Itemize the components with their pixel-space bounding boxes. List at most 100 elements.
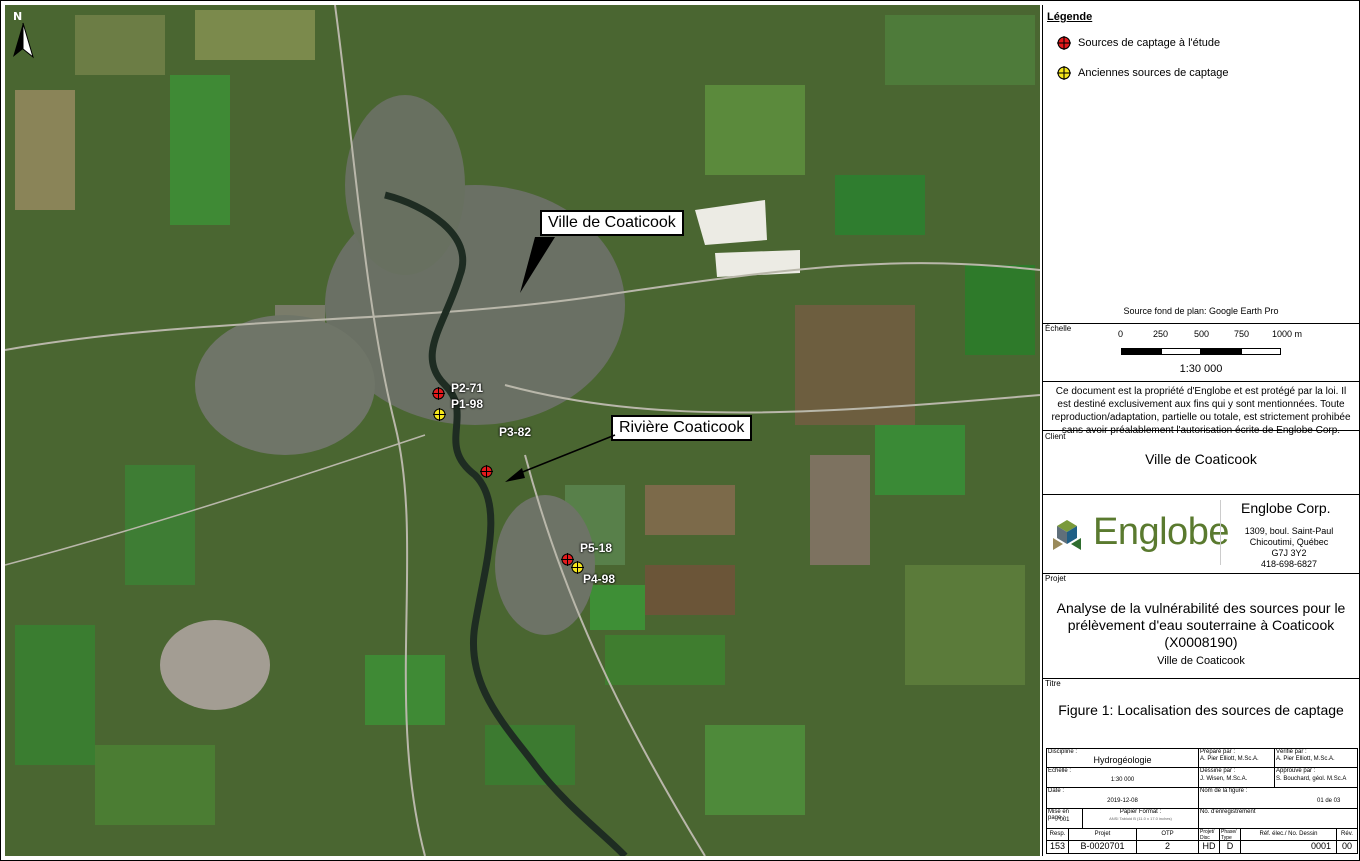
callout-ville-pointer (520, 237, 555, 293)
address-line: Chicoutimi, Québec (1249, 537, 1329, 547)
cell-label: Rév. (1341, 831, 1353, 837)
hdr-otp: OTP (1137, 829, 1199, 841)
val-rev: 00 (1337, 841, 1357, 853)
client-name: Ville de Coaticook (1145, 451, 1257, 467)
cell-dessine: Dessiné par : J. Wisen, M.Sc.A. (1199, 768, 1275, 788)
cell-label: Phase/ Type (1221, 829, 1237, 841)
cell-value: J. Wisen, M.Sc.A. (1200, 776, 1248, 782)
cell-label: Échelle : (1048, 768, 1072, 774)
cell-value: 0001 (1311, 841, 1332, 851)
scale-heading: Échelle (1045, 324, 1072, 333)
callout-riviere: Rivière Coaticook (611, 415, 753, 441)
cell-label: Papier Format : (1119, 809, 1162, 815)
scale-ratio: 1:30 000 (1179, 363, 1223, 375)
divider (1220, 500, 1221, 565)
hdr-projet: Projet (1069, 829, 1137, 841)
cell-value: 001 (1059, 817, 1070, 823)
target-etude-icon (480, 465, 493, 478)
cell-label: OTP (1161, 831, 1174, 837)
hdr-rev: Rév. (1337, 829, 1357, 841)
cell-value: A. Pier Elliott, M.Sc.A. (1276, 756, 1335, 762)
cell-echelle: Échelle : 1:30 000 (1047, 768, 1199, 788)
scale-bar-segment (1201, 348, 1241, 355)
legend-item-ancienne: Anciennes sources de captage (1057, 66, 1228, 80)
target-ancienne-icon (433, 408, 446, 421)
cell-value: 00 (1341, 841, 1352, 851)
cell-label: Projet/ Disc (1200, 829, 1215, 841)
cell-value: D (1226, 841, 1234, 851)
cell-value: Hydrogéologie (1093, 755, 1152, 765)
project-heading: Projet (1045, 574, 1066, 583)
legend-label: Anciennes sources de captage (1078, 67, 1229, 79)
cell-enregistrement: No. d'enregistrement (1199, 809, 1357, 829)
project-line: Analyse de la vulnérabilité des sources … (1056, 600, 1346, 616)
legend-label: Sources de captage à l'étude (1078, 37, 1221, 49)
address-line: G7J 3Y2 (1271, 548, 1307, 558)
company-address: 1309, boul. Saint-Paul Chicoutimi, Québe… (1224, 526, 1354, 570)
cell-label: Vérifié par : (1276, 749, 1307, 755)
val-disc: HD (1199, 841, 1220, 853)
project-client: Ville de Coaticook (1157, 655, 1245, 667)
cell-approuve: Approuvé par : S. Bouchard, géol. M.Sc.A (1275, 768, 1357, 788)
north-arrow: N (11, 10, 35, 63)
scale-tick: 750 (1234, 329, 1250, 339)
point-label: P1-98 (451, 397, 484, 411)
cell-value: 2019-12-08 (1107, 798, 1138, 804)
cell-value: 1:30 000 (1110, 777, 1135, 783)
cell-label: Nom de la figure : (1200, 788, 1248, 794)
cell-label: Projet (1094, 831, 1111, 837)
hdr-resp: Resp. (1047, 829, 1069, 841)
hdr-phase: Phase/ Type (1220, 829, 1241, 841)
cell-date: Date : 2019-12-08 (1047, 788, 1199, 809)
scale-bar-segment (1121, 348, 1161, 355)
cell-value: B-0020701 (1080, 841, 1125, 851)
cell-value: HD (1202, 841, 1216, 851)
cell-value: 153 (1049, 841, 1066, 851)
cell-mise-en-page: Mise en page : 001 (1047, 809, 1083, 829)
val-projet: B-0020701 (1069, 841, 1137, 853)
englobe-logo-text: Englobe (1093, 511, 1229, 553)
point-label: P5-18 (580, 541, 613, 555)
basemap-source: Source fond de plan: Google Earth Pro (1123, 306, 1279, 316)
north-label: N (13, 10, 23, 23)
cell-label: Approuvé par : (1276, 768, 1316, 774)
title-heading: Titre (1045, 679, 1061, 688)
val-ref: 0001 (1241, 841, 1337, 853)
englobe-logo-icon (1053, 520, 1081, 550)
scale-bar-segment (1241, 348, 1281, 355)
legend-item-etude: Sources de captage à l'étude (1057, 36, 1220, 50)
source-marker-p2-71[interactable] (432, 387, 445, 400)
scale-tick: 500 (1194, 329, 1210, 339)
figure-title: Figure 1: Localisation des sources de ca… (1058, 702, 1344, 718)
target-etude-icon (1057, 36, 1071, 50)
cell-value: S. Bouchard, géol. M.Sc.A (1276, 776, 1347, 782)
title-block-panel: Légende Sources de captage à l'étude Anc… (1042, 5, 1359, 856)
cell-prepare: Préparé par : A. Pier Elliott, M.Sc.A. (1199, 749, 1275, 768)
cell-label: Préparé par : (1200, 749, 1236, 755)
point-label: P3-82 (499, 425, 532, 439)
cell-value: 01 de 03 (1317, 798, 1341, 804)
cell-value: 2 (1164, 841, 1170, 851)
cell-papier: Papier Format : ANSI Tabloid B (11.0 x 1… (1083, 809, 1199, 829)
source-marker-p1-98[interactable] (433, 408, 446, 421)
legend-section: Légende Sources de captage à l'étude Anc… (1043, 5, 1359, 324)
scale-tick: 0 (1118, 329, 1124, 339)
val-otp: 2 (1137, 841, 1199, 853)
source-marker-p3-82[interactable] (480, 465, 493, 478)
address-line: 418-698-6827 (1260, 559, 1318, 569)
copyright-notice: Ce document est la propriété d'Englobe e… (1043, 381, 1359, 436)
scale-tick: 250 (1153, 329, 1169, 339)
point-label: P4-98 (583, 572, 616, 586)
company-name: Englobe Corp. (1241, 500, 1331, 516)
cell-label: Dessiné par : (1200, 768, 1236, 774)
cell-value: ANSI Tabloid B (11.0 x 17.0 inches) (1109, 816, 1172, 821)
legend-title: Légende (1047, 11, 1093, 23)
satellite-map[interactable]: N Ville de Coaticook Rivière Coaticook P… (5, 5, 1040, 856)
cell-nom-figure: Nom de la figure : 01 de 03 (1199, 788, 1357, 809)
val-resp: 153 (1047, 841, 1069, 853)
cell-label: Resp. (1049, 831, 1066, 837)
project-line: prélèvement d'eau souterraine à Coaticoo… (1067, 617, 1335, 633)
cell-verifie: Vérifié par : A. Pier Elliott, M.Sc.A. (1275, 749, 1357, 768)
scale-bar-segment (1161, 348, 1201, 355)
client-heading: Client (1045, 432, 1066, 441)
